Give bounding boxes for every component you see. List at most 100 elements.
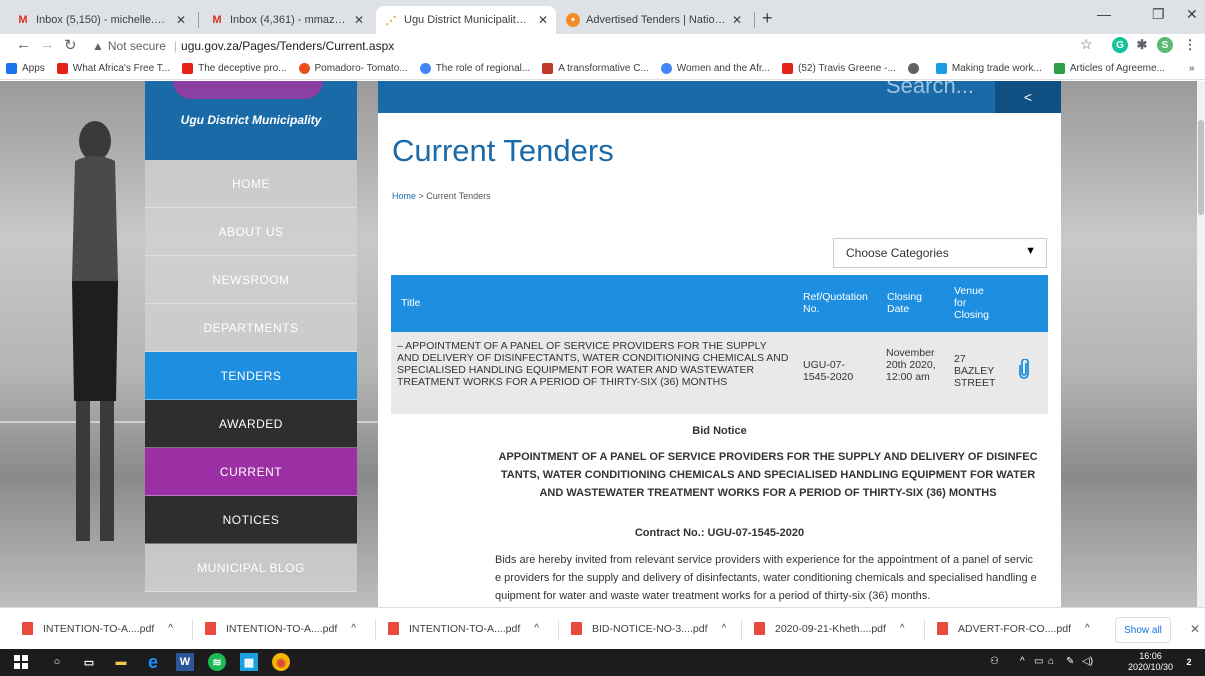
header-closing: Closing Date (887, 291, 923, 315)
warning-icon: ▲ (92, 39, 104, 53)
close-icon[interactable]: ✕ (538, 13, 548, 27)
chevron-up-icon[interactable]: ^ (534, 623, 539, 634)
bookmark-apps[interactable]: Apps (6, 63, 45, 74)
bookmark-item[interactable]: Pomadoro- Tomato... (298, 63, 408, 74)
bookmark-item[interactable]: Articles of Agreeme... (1053, 63, 1165, 74)
tenders-table-header: Title Ref/Quotation No. Closing Date Ven… (391, 275, 1048, 332)
star-icon[interactable]: ☆ (1080, 36, 1093, 53)
address-bar[interactable]: ▲ Not secure | ugu.gov.za/Pages/Tenders/… (92, 36, 1078, 56)
avatar[interactable]: S (1157, 37, 1173, 53)
bookmark-item[interactable]: (52) Travis Greene -... (782, 63, 896, 74)
bookmark-item[interactable]: Women and the Afr... (660, 63, 770, 74)
main-content: Search... < Current Tenders Home > Curre… (378, 81, 1061, 607)
new-tab-button[interactable]: + (762, 8, 773, 29)
task-view-icon[interactable]: ▭ (80, 653, 98, 671)
download-item[interactable]: ADVERT-FOR-CO....pdf ^ (937, 622, 1090, 635)
file-explorer-icon[interactable]: ▬ (112, 653, 130, 671)
close-icon[interactable]: ✕ (176, 13, 186, 27)
download-separator (375, 620, 376, 640)
puzzle-icon[interactable]: ✱ (1134, 37, 1150, 53)
download-item[interactable]: INTENTION-TO-A....pdf ^ (22, 622, 173, 635)
nav-tenders[interactable]: TENDERS (145, 352, 357, 400)
chrome-icon[interactable]: ◉ (272, 653, 290, 671)
network-icon[interactable]: ⌂ (1048, 656, 1054, 667)
download-filename: INTENTION-TO-A....pdf (43, 622, 155, 635)
breadcrumb-home[interactable]: Home (392, 191, 416, 201)
paperclip-icon[interactable] (1018, 358, 1030, 384)
edge-icon[interactable]: e (144, 652, 162, 672)
reload-icon[interactable]: ↻ (64, 36, 77, 54)
download-item[interactable]: INTENTION-TO-A....pdf ^ (205, 622, 356, 635)
search-icon[interactable]: ○ (48, 653, 66, 671)
maximize-icon[interactable]: ❐ (1152, 6, 1165, 23)
search-icon: < (1023, 89, 1033, 105)
site-logo[interactable]: Ugu District Municipality (145, 81, 357, 160)
word-icon[interactable]: W (176, 653, 194, 671)
forward-icon[interactable]: → (40, 36, 55, 53)
bookmark-item[interactable]: A transformative C... (542, 63, 649, 74)
close-icon[interactable]: ✕ (1190, 622, 1200, 636)
nav-notices[interactable]: NOTICES (145, 496, 357, 544)
header-ref: Ref/Quotation No. (803, 291, 868, 315)
close-icon[interactable]: ✕ (354, 13, 364, 27)
google-icon (419, 63, 431, 74)
logo-swoosh (173, 81, 323, 99)
bid-notice-heading: Bid Notice (692, 425, 747, 437)
chevron-up-icon[interactable]: ^ (722, 623, 727, 634)
volume-icon[interactable]: ◁) (1082, 656, 1093, 667)
tab-national-treasury[interactable]: • Advertised Tenders | National Tre ✕ (558, 6, 750, 34)
bookmark-item[interactable]: What Africa's Free T... (56, 63, 170, 74)
youtube-icon (782, 63, 793, 74)
tab-ugu-current[interactable]: ⋰ Ugu District Municipality - Curre ✕ (376, 6, 556, 34)
show-all-button[interactable]: Show all (1115, 617, 1171, 643)
chevron-up-icon[interactable]: ^ (168, 623, 173, 634)
breadcrumb: Home > Current Tenders (392, 191, 491, 201)
ugu-icon: ⋰ (385, 14, 397, 27)
download-filename: ADVERT-FOR-CO....pdf (958, 622, 1071, 635)
window-close-icon[interactable]: ✕ (1186, 6, 1198, 23)
table-row[interactable]: – APPOINTMENT OF A PANEL OF SERVICE PROV… (391, 332, 1048, 414)
contract-number: Contract No.: UGU-07-1545-2020 (634, 527, 805, 539)
chevron-up-icon[interactable]: ^ (1020, 656, 1025, 667)
people-icon[interactable]: ⚇ (990, 656, 999, 667)
download-separator (741, 620, 742, 640)
windows-start-icon[interactable] (12, 653, 30, 671)
bookmark-item[interactable]: The deceptive pro... (182, 63, 287, 74)
bookmark-item[interactable]: Making trade work... (935, 63, 1042, 74)
grammarly-icon[interactable]: G (1112, 37, 1128, 53)
search-button[interactable]: < (995, 81, 1061, 113)
chevron-up-icon[interactable]: ^ (1085, 623, 1090, 634)
nav-newsroom[interactable]: NEWSROOM (145, 256, 357, 304)
tab-gmail-2[interactable]: M Inbox (4,361) - mmaziwisa@uwc ✕ (202, 6, 372, 34)
nav-awarded[interactable]: AWARDED (145, 400, 357, 448)
tab-gmail-1[interactable]: M Inbox (5,150) - michelle.maziwisa ✕ (8, 6, 194, 34)
nav-municipal-blog[interactable]: MUNICIPAL BLOG (145, 544, 357, 592)
chevron-up-icon[interactable]: ^ (351, 623, 356, 634)
download-item[interactable]: INTENTION-TO-A....pdf ^ (388, 622, 539, 635)
bookmark-arrow-icon (1053, 63, 1065, 74)
bookmarks-more[interactable]: » (1189, 63, 1195, 74)
spotify-icon[interactable]: ≋ (208, 653, 226, 671)
pen-icon[interactable]: ✎ (1066, 656, 1074, 667)
nav-home[interactable]: HOME (145, 160, 357, 208)
nav-about-us[interactable]: ABOUT US (145, 208, 357, 256)
battery-icon[interactable]: ▭ (1034, 656, 1043, 667)
download-item[interactable]: BID-NOTICE-NO-3....pdf ^ (571, 622, 726, 635)
menu-icon[interactable]: ⋮ (1182, 37, 1198, 53)
nav-departments[interactable]: DEPARTMENTS (145, 304, 357, 352)
chevron-up-icon[interactable]: ^ (900, 623, 905, 634)
download-item[interactable]: 2020-09-21-Kheth....pdf ^ (754, 622, 905, 635)
store-icon[interactable]: ▦ (240, 653, 258, 671)
category-select[interactable]: Choose Categories ▼ (833, 238, 1047, 268)
minimize-icon[interactable]: — (1097, 6, 1111, 22)
search-input[interactable]: Search... (886, 81, 974, 99)
bookmark-item[interactable] (907, 63, 924, 74)
nav-current[interactable]: CURRENT (145, 448, 357, 496)
scrollbar-thumb[interactable] (1198, 120, 1204, 215)
back-icon[interactable]: ← (16, 36, 31, 53)
system-clock[interactable]: 16:06 2020/10/30 (1128, 651, 1173, 673)
tender-title[interactable]: – APPOINTMENT OF A PANEL OF SERVICE PROV… (397, 340, 789, 388)
notifications-icon[interactable]: 2 (1180, 653, 1198, 671)
close-icon[interactable]: ✕ (732, 13, 742, 27)
bookmark-item[interactable]: The role of regional... (419, 63, 530, 74)
